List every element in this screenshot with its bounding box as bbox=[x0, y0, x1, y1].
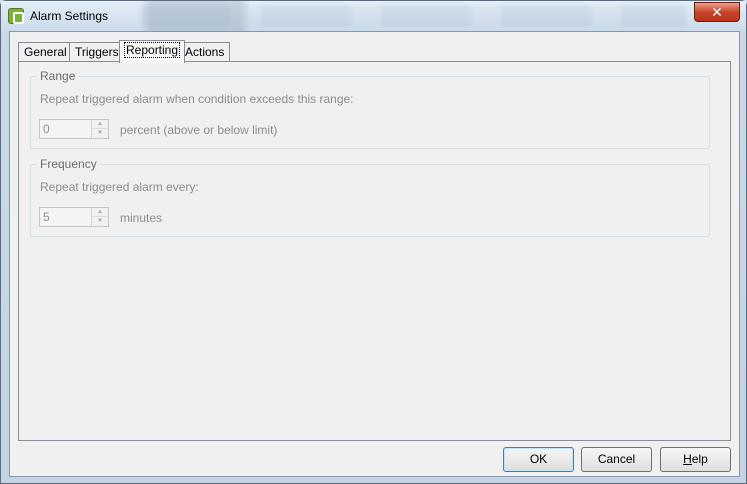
tab-label: Reporting bbox=[123, 42, 181, 58]
spin-down-icon[interactable]: ▼ bbox=[92, 217, 108, 226]
reporting-panel: Range Repeat triggered alarm when condit… bbox=[18, 61, 731, 441]
spin-down-icon[interactable]: ▼ bbox=[92, 129, 108, 138]
tab-triggers[interactable]: Triggers bbox=[69, 42, 125, 62]
tab-label: Actions bbox=[185, 45, 225, 59]
range-value: 0 bbox=[43, 122, 50, 136]
ok-label: OK bbox=[529, 452, 548, 466]
frequency-spin-buttons: ▲ ▼ bbox=[91, 208, 108, 226]
cancel-label: Cancel bbox=[597, 452, 636, 466]
help-label: elp bbox=[691, 452, 708, 466]
title-bar[interactable]: Alarm Settings ✕ bbox=[1, 1, 746, 31]
app-icon bbox=[8, 8, 24, 24]
frequency-value: 5 bbox=[43, 210, 50, 224]
window-title: Alarm Settings bbox=[30, 9, 109, 23]
range-description: Repeat triggered alarm when condition ex… bbox=[40, 92, 354, 106]
tab-label: General bbox=[24, 45, 67, 59]
close-icon: ✕ bbox=[711, 4, 723, 20]
background-window-ghost bbox=[141, 5, 686, 27]
tab-general[interactable]: General bbox=[18, 42, 73, 62]
spin-up-icon[interactable]: ▲ bbox=[92, 208, 108, 217]
tab-reporting[interactable]: Reporting bbox=[119, 40, 186, 63]
frequency-description: Repeat triggered alarm every: bbox=[40, 180, 199, 194]
frequency-unit: minutes bbox=[120, 211, 163, 225]
frequency-spinner[interactable]: 5 ▲ ▼ bbox=[39, 207, 109, 227]
tab-label: Triggers bbox=[75, 45, 119, 59]
dialog-client-area: General Triggers Reporting Actions Range… bbox=[9, 31, 740, 477]
range-spinner[interactable]: 0 ▲ ▼ bbox=[39, 119, 109, 139]
spin-up-icon[interactable]: ▲ bbox=[92, 120, 108, 129]
help-mnemonic: H bbox=[683, 452, 692, 466]
frequency-legend: Frequency bbox=[37, 157, 100, 171]
range-unit: percent (above or below limit) bbox=[120, 123, 278, 137]
frequency-group: Frequency Repeat triggered alarm every: … bbox=[30, 157, 710, 237]
help-button[interactable]: Help bbox=[660, 447, 731, 472]
cancel-button[interactable]: Cancel bbox=[581, 447, 652, 472]
dialog-window: Alarm Settings ✕ General Triggers Report… bbox=[0, 0, 747, 484]
tab-actions[interactable]: Actions bbox=[179, 42, 231, 62]
range-group: Range Repeat triggered alarm when condit… bbox=[30, 69, 710, 149]
close-button[interactable]: ✕ bbox=[694, 2, 740, 22]
range-legend: Range bbox=[37, 69, 79, 83]
ok-button[interactable]: OK bbox=[503, 447, 574, 472]
range-spin-buttons: ▲ ▼ bbox=[91, 120, 108, 138]
